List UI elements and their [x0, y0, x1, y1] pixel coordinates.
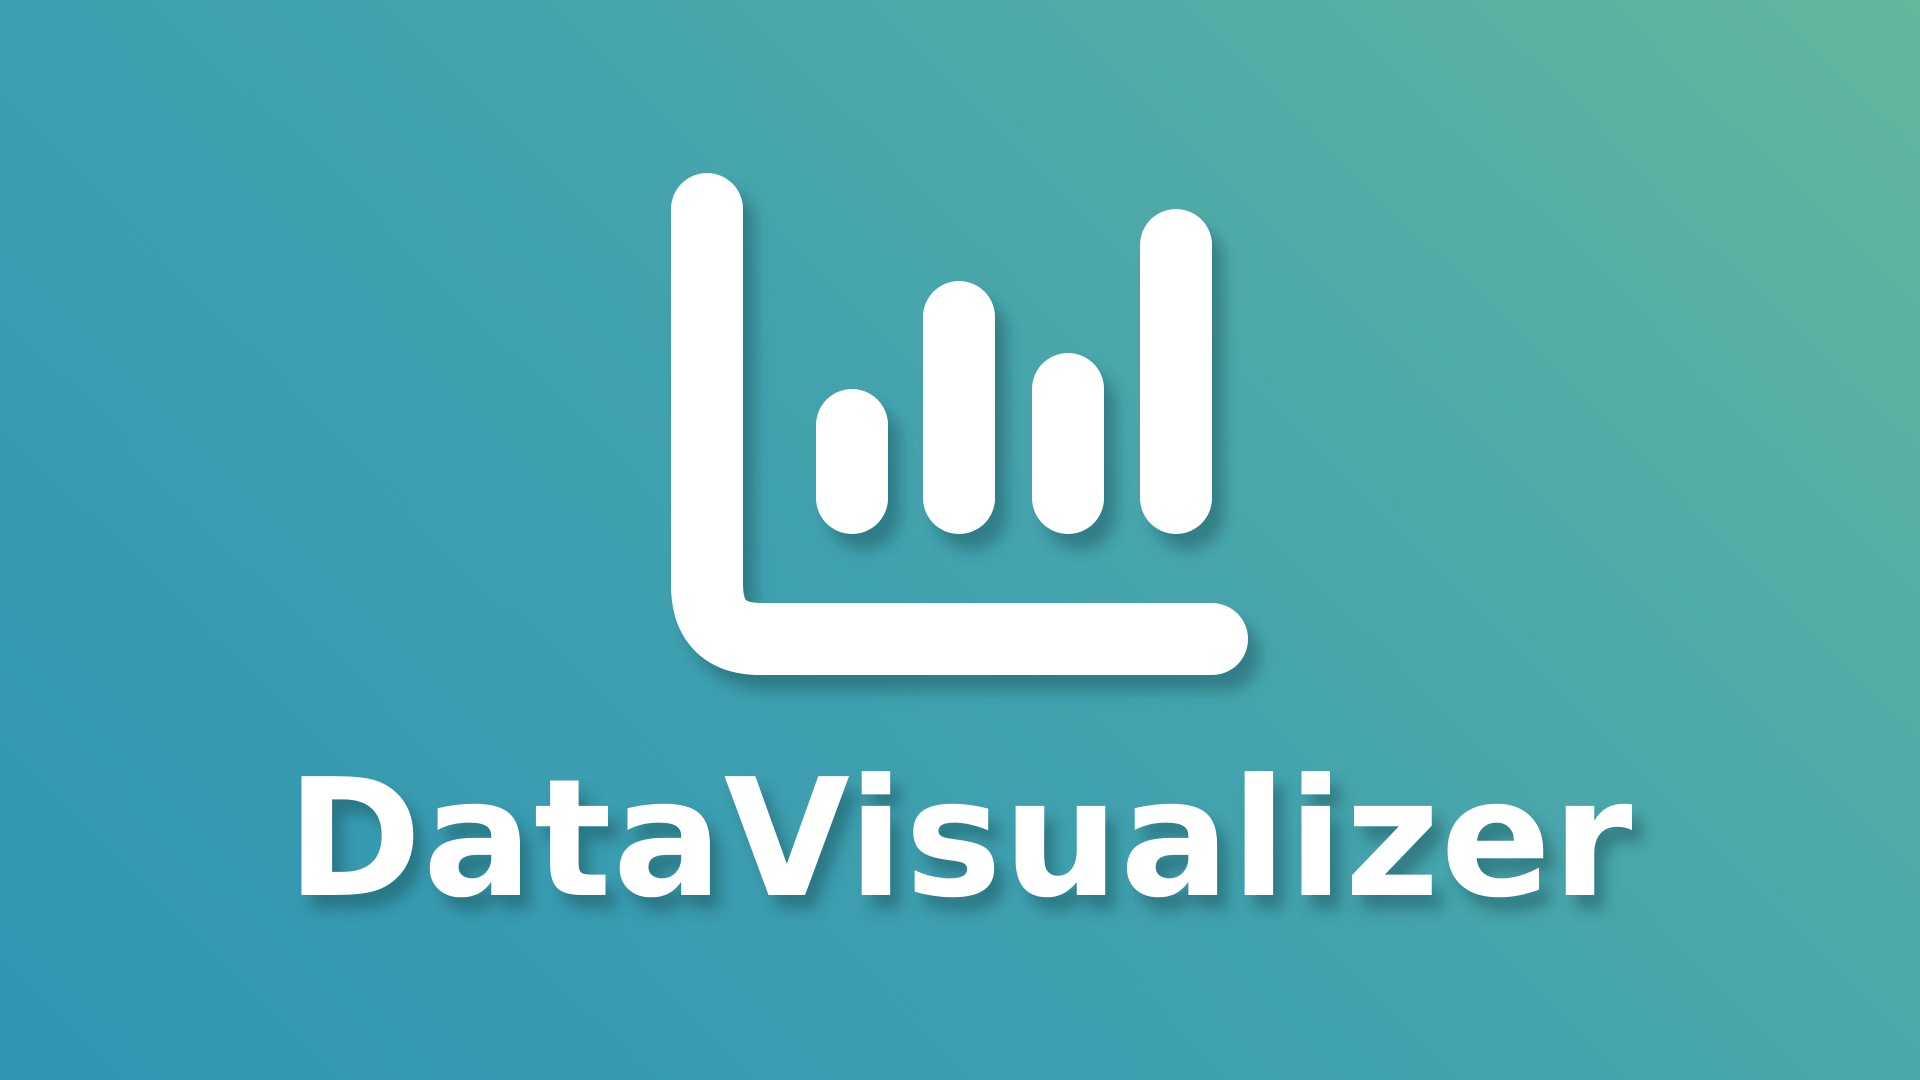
splash-screen: DataVisualizer [0, 0, 1920, 1080]
app-name: DataVisualizer [286, 745, 1634, 934]
chart-axis [671, 173, 1248, 675]
